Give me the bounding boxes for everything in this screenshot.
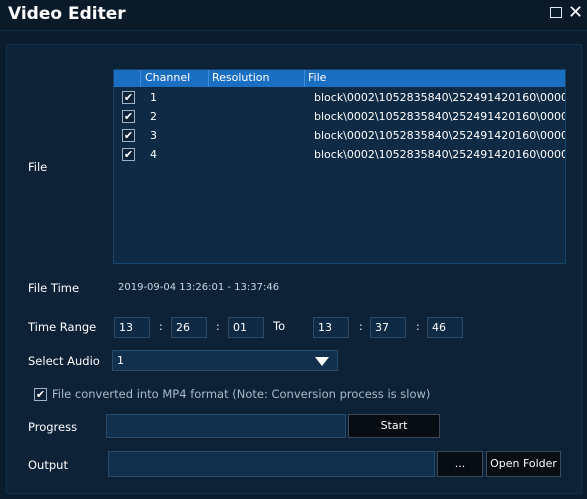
time-separator: :	[159, 320, 163, 333]
header-divider	[140, 70, 141, 87]
title-bar: Video Editer ✕	[0, 0, 587, 31]
channel-cell: 3	[150, 129, 157, 142]
select-audio-label: Select Audio	[28, 354, 100, 368]
file-cell: block\0002\1052835840\252491420160\0000	[314, 148, 566, 161]
progress-label: Progress	[28, 420, 78, 434]
time-separator: :	[359, 320, 363, 333]
start-hour-input[interactable]: 13	[114, 317, 150, 338]
time-range-label: Time Range	[28, 320, 97, 334]
file-time-value: 2019-09-04 13:26:01 - 13:37:46	[118, 282, 280, 293]
row-checkbox[interactable]: ✔	[122, 91, 135, 104]
table-row[interactable]: ✔ 1 block\0002\1052835840\252491420160\0…	[114, 89, 565, 108]
end-second-input[interactable]: 46	[427, 317, 463, 338]
column-channel[interactable]: Channel	[145, 71, 190, 84]
file-label: File	[28, 160, 48, 174]
start-button[interactable]: Start	[348, 414, 440, 438]
start-minute-input[interactable]: 26	[171, 317, 207, 338]
row-checkbox[interactable]: ✔	[122, 148, 135, 161]
mp4-checkbox-label[interactable]: File converted into MP4 format (Note: Co…	[52, 387, 430, 401]
audio-select-value: 1	[117, 354, 124, 367]
end-hour-input[interactable]: 13	[313, 317, 349, 338]
row-checkbox[interactable]: ✔	[122, 129, 135, 142]
row-checkbox[interactable]: ✔	[122, 110, 135, 123]
file-cell: block\0002\1052835840\252491420160\0000	[314, 91, 566, 104]
mp4-checkbox[interactable]: ✔	[34, 388, 47, 401]
file-time-label: File Time	[28, 281, 80, 295]
time-separator: :	[416, 320, 420, 333]
output-label: Output	[28, 458, 68, 472]
to-label: To	[273, 319, 286, 333]
table-row[interactable]: ✔ 4 block\0002\1052835840\252491420160\0…	[114, 146, 565, 165]
end-minute-input[interactable]: 37	[370, 317, 406, 338]
file-cell: block\0002\1052835840\252491420160\0000	[314, 110, 566, 123]
channel-cell: 4	[150, 148, 157, 161]
column-resolution[interactable]: Resolution	[212, 71, 269, 84]
start-second-input[interactable]: 01	[228, 317, 264, 338]
channel-cell: 1	[150, 91, 157, 104]
open-folder-button[interactable]: Open Folder	[486, 451, 561, 477]
table-row[interactable]: ✔ 3 block\0002\1052835840\252491420160\0…	[114, 127, 565, 146]
table-header: Channel Resolution File	[114, 70, 565, 87]
output-path-input[interactable]	[108, 451, 435, 477]
progress-bar	[106, 414, 346, 438]
audio-select[interactable]: 1	[112, 350, 338, 371]
maximize-icon[interactable]	[548, 5, 564, 21]
header-divider	[208, 70, 209, 87]
window-title: Video Editer	[8, 4, 126, 24]
column-file[interactable]: File	[308, 71, 326, 84]
browse-button[interactable]: ...	[437, 451, 483, 477]
channel-cell: 2	[150, 110, 157, 123]
header-divider	[304, 70, 305, 87]
close-icon[interactable]: ✕	[568, 4, 584, 22]
chevron-down-icon[interactable]	[315, 357, 329, 366]
file-table[interactable]: Channel Resolution File ✔ 1 block\0002\1…	[113, 69, 566, 264]
table-row[interactable]: ✔ 2 block\0002\1052835840\252491420160\0…	[114, 108, 565, 127]
time-separator: :	[216, 320, 220, 333]
file-cell: block\0002\1052835840\252491420160\0000	[314, 129, 566, 142]
